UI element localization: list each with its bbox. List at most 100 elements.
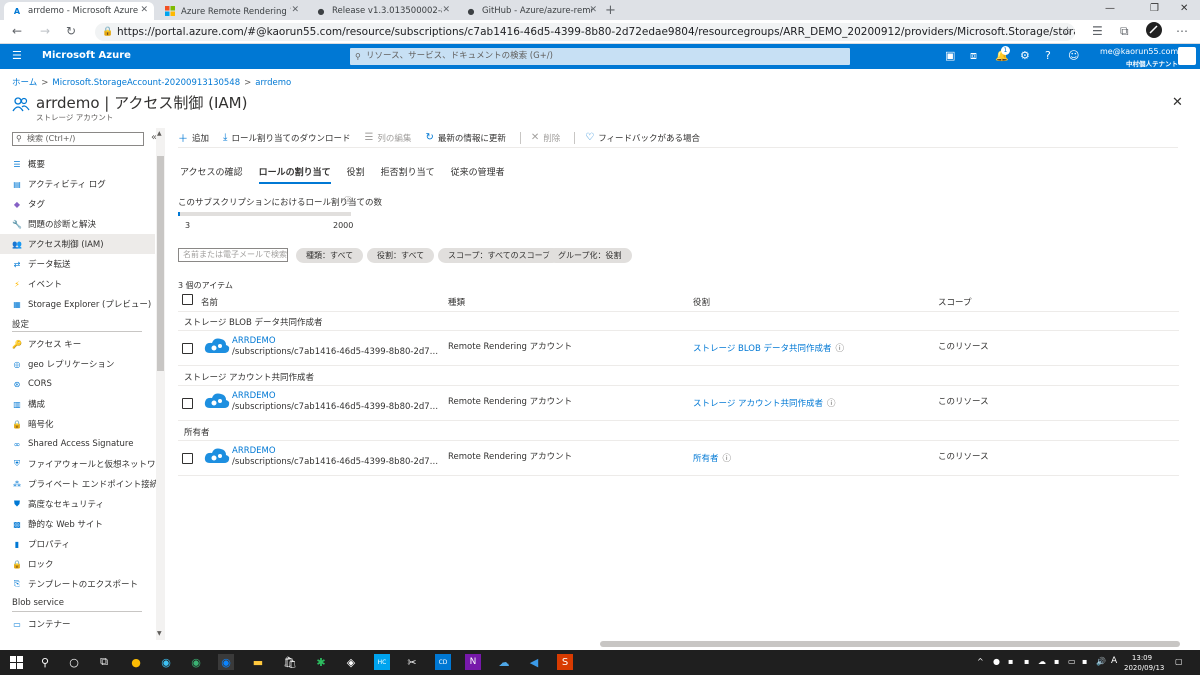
row-checkbox[interactable] [182, 398, 193, 409]
user-email[interactable]: me@kaorun55.com [1100, 47, 1178, 56]
sidebar-item-cors[interactable]: ⊛ CORS [0, 374, 155, 394]
tab-roles[interactable]: 役割 [347, 165, 365, 184]
minimize-icon[interactable]: — [1105, 3, 1115, 14]
refresh-button[interactable]: ↻ 最新の情報に更新 [425, 132, 505, 144]
sidebar-item-shield[interactable]: ⛊ 高度なセキュリティ [0, 494, 155, 514]
more-menu-icon[interactable]: ⋯ [1176, 24, 1188, 38]
close-window-icon[interactable]: ✕ [1180, 3, 1188, 14]
sidebar-item-storage-explorer[interactable]: ▦ Storage Explorer (プレビュー) [0, 294, 155, 314]
notification-center-icon[interactable]: ▢ [1175, 657, 1183, 666]
tab-classic-administrators[interactable]: 従来の管理者 [451, 165, 505, 184]
forward-icon[interactable]: → [40, 24, 50, 38]
ime-indicator[interactable]: A [1111, 656, 1117, 666]
vscode-icon[interactable]: ◀ [526, 654, 542, 670]
horizontal-scrollbar[interactable] [600, 641, 1180, 647]
browser-tab-docs[interactable]: Azure Remote Rendering アカウン ✕ [157, 2, 305, 20]
sidebar-item-key[interactable]: 🔑 アクセス キー [0, 334, 155, 354]
column-header-scope[interactable]: スコープ [938, 296, 972, 308]
user-avatar[interactable] [1178, 47, 1196, 65]
scroll-up-icon[interactable]: ▲ [157, 130, 162, 137]
sidebar-item-people[interactable]: 👥 アクセス制御 (IAM) [0, 234, 155, 254]
tab-deny-assignments[interactable]: 拒否割り当て [381, 165, 435, 184]
collections-icon[interactable]: ⧉ [1120, 24, 1129, 39]
sidebar-item-configuration[interactable]: ▥ 構成 [0, 394, 155, 414]
reload-icon[interactable]: ↻ [66, 24, 76, 38]
edge-dev-icon[interactable]: ◉ [158, 654, 174, 670]
onedrive-icon[interactable]: ☁ [496, 654, 512, 670]
menu-search-input[interactable]: ⚲ 検索 (Ctrl+/) [12, 132, 144, 146]
sidebar-item-overview[interactable]: ☰ 概要 [0, 154, 155, 174]
url-field[interactable]: 🔒 https://portal.azure.com/#@kaorun55.co… [95, 23, 1075, 41]
role-link[interactable]: ストレージ BLOB データ共同作成者 ⓘ [693, 342, 844, 354]
breadcrumb-current[interactable]: arrdemo [255, 78, 291, 88]
snip-icon[interactable]: ✂ [404, 654, 420, 670]
sidebar-item-container[interactable]: ▭ コンテナー [0, 614, 155, 634]
close-icon[interactable]: ✕ [442, 5, 450, 15]
app-s-icon[interactable]: S [557, 654, 573, 670]
info-icon[interactable]: ⓘ [836, 344, 845, 354]
column-header-type[interactable]: 種類 [448, 296, 465, 308]
sidebar-item-firewall[interactable]: ⛨ ファイアウォールと仮想ネットワーク [0, 454, 165, 474]
clock[interactable]: 13:09 2020/09/13 [1124, 653, 1164, 673]
sidebar-item-tag[interactable]: ◆ タグ [0, 194, 155, 214]
edit-columns-button[interactable]: ☰ 列の編集 [364, 132, 411, 144]
sidebar-item-wrench[interactable]: 🔧 問題の診断と解決 [0, 214, 155, 234]
sidebar-scroll-thumb[interactable] [157, 156, 164, 371]
resource-name-link[interactable]: ARRDEMO [232, 391, 276, 401]
maximize-icon[interactable]: ❐ [1150, 3, 1159, 14]
resource-name-link[interactable]: ARRDEMO [232, 446, 276, 456]
store-icon[interactable]: 🛍 [282, 654, 298, 670]
sidebar-item-website[interactable]: ▩ 静的な Web サイト [0, 514, 155, 534]
edge-beta-icon[interactable]: ◉ [188, 654, 204, 670]
breadcrumb-deployment[interactable]: Microsoft.StorageAccount-20200913130548 [52, 78, 240, 88]
role-filter-pill[interactable]: 役割：すべて [367, 248, 435, 263]
edge-icon[interactable]: ◉ [218, 654, 234, 670]
back-icon[interactable]: ← [12, 24, 22, 38]
row-checkbox[interactable] [182, 343, 193, 354]
sidebar-item-export[interactable]: ⎘ テンプレートのエクスポート [0, 574, 155, 594]
tray-app-icon[interactable]: ▪ [1024, 657, 1029, 666]
azure-brand[interactable]: Microsoft Azure [42, 50, 131, 61]
sidebar-item-data-transfer[interactable]: ⇄ データ転送 [0, 254, 155, 274]
onenote-icon[interactable]: N [465, 654, 481, 670]
new-tab-button[interactable]: + [605, 3, 616, 18]
type-filter-pill[interactable]: 種類：すべて [296, 248, 364, 263]
file-explorer-icon[interactable]: ▬ [250, 654, 266, 670]
browser-tab-azure[interactable]: A arrdemo - Microsoft Azure ✕ [4, 2, 154, 20]
sidebar-item-properties[interactable]: ▮ プロパティ [0, 534, 155, 554]
sidebar-item-lock[interactable]: 🔒 暗号化 [0, 414, 155, 434]
sidebar-item-link[interactable]: ∞ Shared Access Signature [0, 434, 155, 454]
help-icon[interactable]: ? [1045, 49, 1051, 62]
task-view-icon[interactable]: ⧉ [96, 654, 112, 670]
sidebar-item-endpoint[interactable]: ⁂ プライベート エンドポイント接続 [0, 474, 158, 494]
hamburger-icon[interactable]: ☰ [12, 49, 22, 62]
browser-tab-github[interactable]: ● GitHub - Azure/azure-remote-re ✕ [458, 2, 603, 20]
windows-start-icon[interactable] [8, 654, 24, 670]
directory-filter-icon[interactable]: ⧈ [970, 49, 977, 63]
sidebar-item-activity-log[interactable]: ▤ アクティビティ ログ [0, 174, 155, 194]
slack-icon[interactable]: ✱ [313, 654, 329, 670]
network-icon[interactable]: ▭ [1068, 657, 1076, 666]
download-assignments-button[interactable]: ⤓ ロール割り当てのダウンロード [223, 132, 350, 144]
tab-role-assignments[interactable]: ロールの割り当て [258, 165, 331, 184]
group-by-pill[interactable]: グループ化：役割 [548, 248, 632, 263]
app-icon[interactable]: CD [435, 654, 451, 670]
close-blade-icon[interactable]: ✕ [1172, 95, 1183, 110]
close-icon[interactable]: ✕ [291, 5, 299, 15]
feedback-button[interactable]: ♡ フィードバックがある場合 [585, 132, 700, 144]
scope-filter-pill[interactable]: スコープ：すべてのスコープ [438, 248, 561, 263]
scroll-down-icon[interactable]: ▼ [157, 630, 162, 637]
chrome-icon[interactable]: ● [128, 654, 144, 670]
column-header-name[interactable]: 名前 [201, 296, 218, 308]
profile-avatar[interactable] [1146, 22, 1162, 41]
global-search-input[interactable]: ⚲ リソース、サービス、ドキュメントの検索 (G+/) [350, 48, 850, 65]
feedback-smiley-icon[interactable]: ☺ [1068, 49, 1079, 62]
tray-app-icon[interactable]: ▪ [1054, 657, 1059, 666]
onenote-tray-icon[interactable]: ▪ [1082, 657, 1087, 666]
add-button[interactable]: ＋ 追加 [178, 130, 209, 146]
info-icon[interactable]: ⓘ [723, 454, 732, 464]
volume-icon[interactable]: 🔊 [1096, 657, 1106, 666]
select-all-checkbox[interactable] [182, 294, 193, 305]
unity-icon[interactable]: ◈ [343, 654, 359, 670]
close-icon[interactable]: ✕ [140, 5, 148, 15]
